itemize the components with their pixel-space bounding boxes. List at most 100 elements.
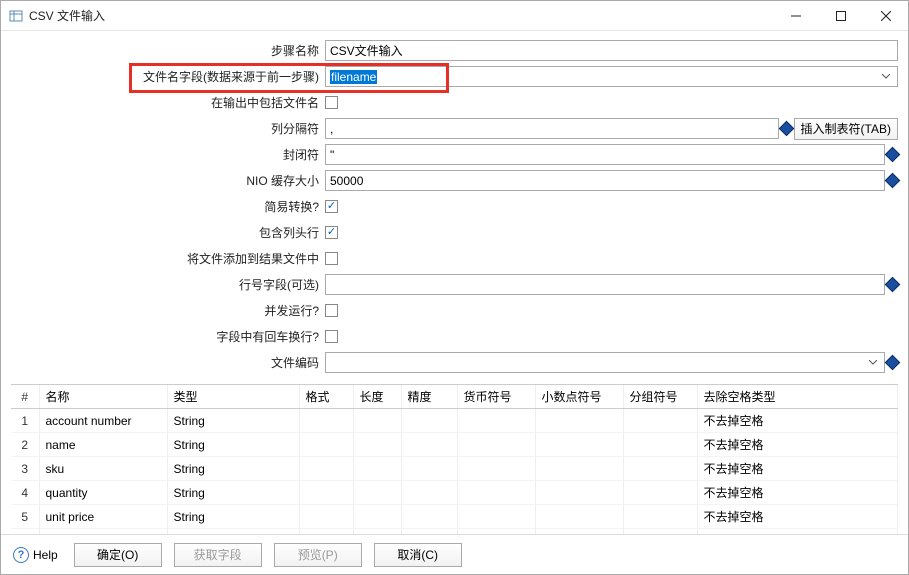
help-button[interactable]: ? Help bbox=[13, 547, 58, 563]
cell-fmt[interactable] bbox=[299, 409, 353, 433]
cell-trim[interactable]: 不去掉空格 bbox=[697, 481, 898, 505]
cell-dec[interactable] bbox=[535, 409, 623, 433]
cell-trim[interactable]: 不去掉空格 bbox=[697, 457, 898, 481]
var-icon[interactable] bbox=[885, 147, 901, 163]
cell-prec[interactable] bbox=[401, 481, 457, 505]
window-title: CSV 文件输入 bbox=[29, 7, 773, 24]
maximize-button[interactable] bbox=[818, 1, 863, 31]
var-icon[interactable] bbox=[885, 355, 901, 371]
cell-idx[interactable]: 1 bbox=[11, 409, 39, 433]
cell-cur[interactable] bbox=[457, 433, 535, 457]
form: 步骤名称 文件名字段(数据来源于前一步骤) filename 在输出中包括文件名… bbox=[11, 39, 898, 374]
cell-trim[interactable]: 不去掉空格 bbox=[697, 433, 898, 457]
cell-grp[interactable] bbox=[623, 433, 697, 457]
col-prec[interactable]: 精度 bbox=[401, 385, 457, 409]
parallel-label: 并发运行? bbox=[11, 302, 325, 319]
var-icon[interactable] bbox=[778, 121, 794, 137]
close-button[interactable] bbox=[863, 1, 908, 31]
cell-dec[interactable] bbox=[535, 457, 623, 481]
cell-fmt[interactable] bbox=[299, 457, 353, 481]
cell-fmt[interactable] bbox=[299, 481, 353, 505]
cell-idx[interactable]: 4 bbox=[11, 481, 39, 505]
cell-name[interactable]: quantity bbox=[39, 481, 167, 505]
cell-idx[interactable]: 2 bbox=[11, 433, 39, 457]
table-row[interactable]: 5unit priceString 不去掉空格 bbox=[11, 505, 898, 529]
col-dec[interactable]: 小数点符号 bbox=[535, 385, 623, 409]
filename-field-combo[interactable]: filename bbox=[325, 66, 898, 87]
cell-grp[interactable] bbox=[623, 505, 697, 529]
cell-idx[interactable]: 3 bbox=[11, 457, 39, 481]
minimize-button[interactable] bbox=[773, 1, 818, 31]
cell-prec[interactable] bbox=[401, 433, 457, 457]
content-area: 步骤名称 文件名字段(数据来源于前一步骤) filename 在输出中包括文件名… bbox=[1, 31, 908, 534]
cell-cur[interactable] bbox=[457, 505, 535, 529]
step-name-input[interactable] bbox=[325, 40, 898, 61]
col-idx[interactable]: # bbox=[11, 385, 39, 409]
header-row-checkbox[interactable] bbox=[325, 226, 338, 239]
cell-grp[interactable] bbox=[623, 409, 697, 433]
cell-type[interactable]: String bbox=[167, 481, 299, 505]
cell-name[interactable]: sku bbox=[39, 457, 167, 481]
get-fields-button[interactable]: 获取字段 bbox=[174, 543, 262, 567]
col-name[interactable]: 名称 bbox=[39, 385, 167, 409]
file-encoding-combo[interactable] bbox=[325, 352, 885, 373]
parallel-checkbox[interactable] bbox=[325, 304, 338, 317]
include-filename-checkbox[interactable] bbox=[325, 96, 338, 109]
rownum-field-input[interactable] bbox=[325, 274, 885, 295]
cell-name[interactable]: account number bbox=[39, 409, 167, 433]
var-icon[interactable] bbox=[885, 173, 901, 189]
cell-dec[interactable] bbox=[535, 433, 623, 457]
simple-convert-checkbox[interactable] bbox=[325, 200, 338, 213]
cell-type[interactable]: String bbox=[167, 433, 299, 457]
col-fmt[interactable]: 格式 bbox=[299, 385, 353, 409]
cell-cur[interactable] bbox=[457, 457, 535, 481]
cell-len[interactable] bbox=[353, 505, 401, 529]
cell-fmt[interactable] bbox=[299, 505, 353, 529]
add-to-result-label: 将文件添加到结果文件中 bbox=[11, 250, 325, 267]
cell-len[interactable] bbox=[353, 409, 401, 433]
col-len[interactable]: 长度 bbox=[353, 385, 401, 409]
cell-idx[interactable]: 5 bbox=[11, 505, 39, 529]
newline-in-field-checkbox[interactable] bbox=[325, 330, 338, 343]
cell-type[interactable]: String bbox=[167, 457, 299, 481]
cell-fmt[interactable] bbox=[299, 433, 353, 457]
col-type[interactable]: 类型 bbox=[167, 385, 299, 409]
table-row[interactable]: 4quantityString 不去掉空格 bbox=[11, 481, 898, 505]
insert-tab-button[interactable]: 插入制表符(TAB) bbox=[794, 118, 898, 140]
table-row[interactable]: 2nameString 不去掉空格 bbox=[11, 433, 898, 457]
cell-type[interactable]: String bbox=[167, 409, 299, 433]
col-cur[interactable]: 货币符号 bbox=[457, 385, 535, 409]
app-icon bbox=[9, 9, 23, 23]
table-row[interactable]: 1account numberString 不去掉空格 bbox=[11, 409, 898, 433]
cell-prec[interactable] bbox=[401, 505, 457, 529]
add-to-result-checkbox[interactable] bbox=[325, 252, 338, 265]
fields-table[interactable]: # 名称 类型 格式 长度 精度 货币符号 小数点符号 分组符号 去除空格类型 … bbox=[11, 385, 898, 534]
nio-buffer-input[interactable] bbox=[325, 170, 885, 191]
cell-cur[interactable] bbox=[457, 409, 535, 433]
cell-prec[interactable] bbox=[401, 409, 457, 433]
cell-grp[interactable] bbox=[623, 457, 697, 481]
preview-button[interactable]: 预览(P) bbox=[274, 543, 362, 567]
cell-trim[interactable]: 不去掉空格 bbox=[697, 409, 898, 433]
ok-button[interactable]: 确定(O) bbox=[74, 543, 162, 567]
cell-dec[interactable] bbox=[535, 481, 623, 505]
delimiter-input[interactable] bbox=[325, 118, 779, 139]
cell-type[interactable]: String bbox=[167, 505, 299, 529]
cell-prec[interactable] bbox=[401, 457, 457, 481]
var-icon[interactable] bbox=[885, 277, 901, 293]
col-trim[interactable]: 去除空格类型 bbox=[697, 385, 898, 409]
cell-grp[interactable] bbox=[623, 481, 697, 505]
cell-dec[interactable] bbox=[535, 505, 623, 529]
cell-name[interactable]: name bbox=[39, 433, 167, 457]
cell-len[interactable] bbox=[353, 457, 401, 481]
footer: ? Help 确定(O) 获取字段 预览(P) 取消(C) bbox=[1, 534, 908, 574]
enclosure-input[interactable] bbox=[325, 144, 885, 165]
cell-cur[interactable] bbox=[457, 481, 535, 505]
table-row[interactable]: 3skuString 不去掉空格 bbox=[11, 457, 898, 481]
cell-len[interactable] bbox=[353, 433, 401, 457]
col-grp[interactable]: 分组符号 bbox=[623, 385, 697, 409]
cell-len[interactable] bbox=[353, 481, 401, 505]
cell-trim[interactable]: 不去掉空格 bbox=[697, 505, 898, 529]
cancel-button[interactable]: 取消(C) bbox=[374, 543, 462, 567]
cell-name[interactable]: unit price bbox=[39, 505, 167, 529]
